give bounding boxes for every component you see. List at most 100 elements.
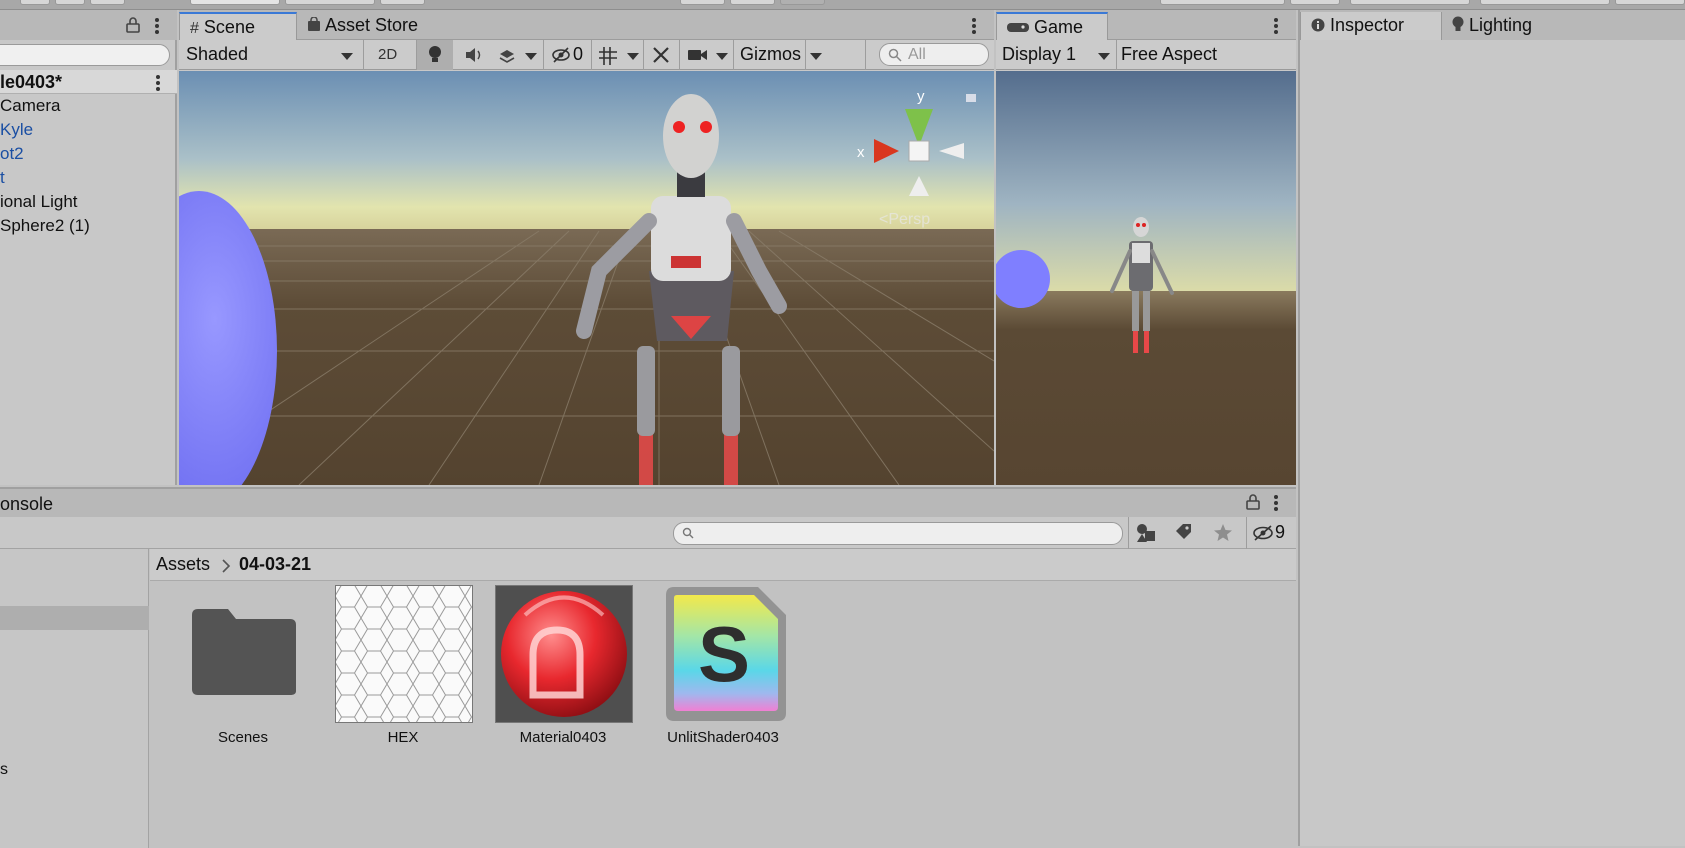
play-button[interactable] <box>680 0 725 5</box>
cloud-button[interactable] <box>1290 0 1340 5</box>
account-dropdown[interactable] <box>1350 0 1470 5</box>
chevron-down-icon <box>341 53 353 60</box>
projection-label: <Persp <box>879 211 930 228</box>
more-options-icon[interactable] <box>155 18 159 36</box>
hierarchy-item-directional-light[interactable]: ional Light <box>0 192 78 212</box>
tab-game[interactable]: Game <box>996 12 1108 40</box>
hierarchy-item-prefab[interactable]: t <box>0 168 5 188</box>
hidden-eye-icon[interactable] <box>551 45 571 65</box>
view-lock-icon[interactable] <box>966 94 976 102</box>
project-tab-bar: onsole <box>0 489 1296 517</box>
chevron-down-icon <box>1098 53 1110 60</box>
asset-label: UnlitShader0403 <box>667 729 779 746</box>
material-thumbnail <box>495 585 633 723</box>
project-search-input[interactable] <box>673 522 1123 545</box>
info-icon <box>1311 18 1325 32</box>
tab-inspector-label: Inspector <box>1330 15 1405 35</box>
project-more-icon[interactable] <box>1274 495 1278 513</box>
tab-lighting[interactable]: Lighting <box>1442 12 1562 40</box>
display-dropdown[interactable]: Display 1 <box>1002 44 1076 65</box>
project-toolbar: 9 <box>0 517 1296 549</box>
game-toolbar: Display 1 Free Aspect <box>996 40 1296 70</box>
chevron-down-icon[interactable] <box>525 53 537 60</box>
folder-tree-selected-item[interactable] <box>0 606 149 630</box>
hierarchy-item-camera[interactable]: Camera <box>0 96 60 116</box>
chevron-down-icon[interactable] <box>810 53 822 60</box>
folder-tree: s <box>0 549 149 848</box>
scene-search-placeholder: All <box>908 46 926 63</box>
search-by-type-icon[interactable] <box>1136 523 1156 543</box>
toggle-2d-button[interactable]: 2D <box>378 46 397 63</box>
scene-header[interactable]: le0403* <box>0 70 177 94</box>
tab-asset-store-label: Asset Store <box>325 15 419 35</box>
layout-dropdown[interactable] <box>1615 0 1685 5</box>
layers-dropdown[interactable] <box>1480 0 1610 5</box>
hidden-count: 0 <box>573 44 584 64</box>
game-render <box>996 71 1296 485</box>
tab-scene[interactable]: # Scene <box>179 12 297 40</box>
toolbar-button[interactable] <box>380 0 425 5</box>
tab-asset-store[interactable]: Asset Store <box>297 12 437 40</box>
grid-snap-icon[interactable] <box>597 45 621 65</box>
toolbar-button[interactable] <box>90 0 125 5</box>
step-button[interactable] <box>780 0 825 5</box>
pause-button[interactable] <box>730 0 775 5</box>
aspect-dropdown[interactable]: Free Aspect <box>1121 44 1217 65</box>
gizmos-button[interactable]: Gizmos <box>740 44 801 65</box>
tab-console[interactable]: onsole <box>0 491 63 519</box>
asset-item-hex[interactable]: HEX <box>328 582 478 762</box>
lighting-toggle[interactable] <box>417 40 453 70</box>
hidden-packages-icon[interactable] <box>1252 525 1274 541</box>
hex-texture-thumbnail <box>335 585 473 723</box>
draw-mode-dropdown[interactable]: Shaded <box>186 44 248 65</box>
tab-inspector[interactable]: Inspector <box>1300 12 1442 40</box>
hierarchy-item-sphere2[interactable]: Sphere2 (1) <box>0 216 90 236</box>
asset-label: Scenes <box>217 729 269 746</box>
toolbar-button[interactable] <box>285 0 375 5</box>
scene-search-input[interactable]: All <box>879 43 989 66</box>
label-tag-icon[interactable] <box>1174 523 1192 541</box>
folder-tree-item[interactable]: s <box>0 761 8 779</box>
asset-grid: Scenes HEX Material0403 S UnlitShader040… <box>150 582 1296 848</box>
project-panel: onsole 9 s Assets 04-03-21 Scenes HEX Ma… <box>0 487 1296 848</box>
hierarchy-tab-bar <box>0 10 177 40</box>
game-viewport[interactable] <box>996 71 1296 485</box>
toolbar-button[interactable] <box>20 0 50 5</box>
asset-item-scenes[interactable]: Scenes <box>168 582 318 762</box>
chevron-right-icon <box>222 559 231 573</box>
tools-icon[interactable] <box>651 45 671 65</box>
gamepad-icon <box>1007 23 1029 32</box>
scene-tab-bar: # Scene Asset Store <box>179 10 994 40</box>
hierarchy-item-robot2[interactable]: ot2 <box>0 144 24 164</box>
chevron-down-icon[interactable] <box>716 53 728 60</box>
scene-more-icon[interactable] <box>972 18 976 36</box>
effects-icon[interactable] <box>497 45 517 65</box>
hierarchy-item-kyle[interactable]: Kyle <box>0 120 33 140</box>
scene-panel: # Scene Asset Store Shaded 2D 0 Gizmos A… <box>179 10 994 485</box>
lock-icon[interactable] <box>126 17 140 33</box>
top-toolbar-strip <box>0 0 1685 10</box>
tab-lighting-label: Lighting <box>1469 15 1533 35</box>
scene-viewport[interactable]: y x <Persp <box>179 71 994 485</box>
chevron-down-icon[interactable] <box>627 53 639 60</box>
breadcrumb-root[interactable]: Assets <box>156 554 210 575</box>
toolbar-button[interactable] <box>190 0 280 5</box>
hierarchy-panel: le0403* Camera Kyle ot2 t ional Light Sp… <box>0 10 177 485</box>
audio-icon[interactable] <box>464 45 484 65</box>
shader-glyph: S <box>698 610 750 698</box>
lock-icon[interactable] <box>1246 494 1260 510</box>
asset-item-unlitshader0403[interactable]: S UnlitShader0403 <box>648 582 798 762</box>
folder-icon <box>192 609 296 695</box>
asset-item-material0403[interactable]: Material0403 <box>488 582 638 762</box>
scene-menu-icon[interactable] <box>156 75 160 93</box>
tab-game-label: Game <box>1034 17 1084 37</box>
collab-button[interactable] <box>1160 0 1285 5</box>
breadcrumb-current[interactable]: 04-03-21 <box>239 554 311 575</box>
toolbar-button[interactable] <box>55 0 85 5</box>
hierarchy-search-input[interactable] <box>0 44 170 66</box>
gizmo-y-label: y <box>917 88 925 105</box>
favorite-star-icon[interactable] <box>1213 523 1233 542</box>
asset-label: Material0403 <box>519 729 607 746</box>
game-more-icon[interactable] <box>1274 18 1278 36</box>
camera-icon[interactable] <box>687 45 709 65</box>
